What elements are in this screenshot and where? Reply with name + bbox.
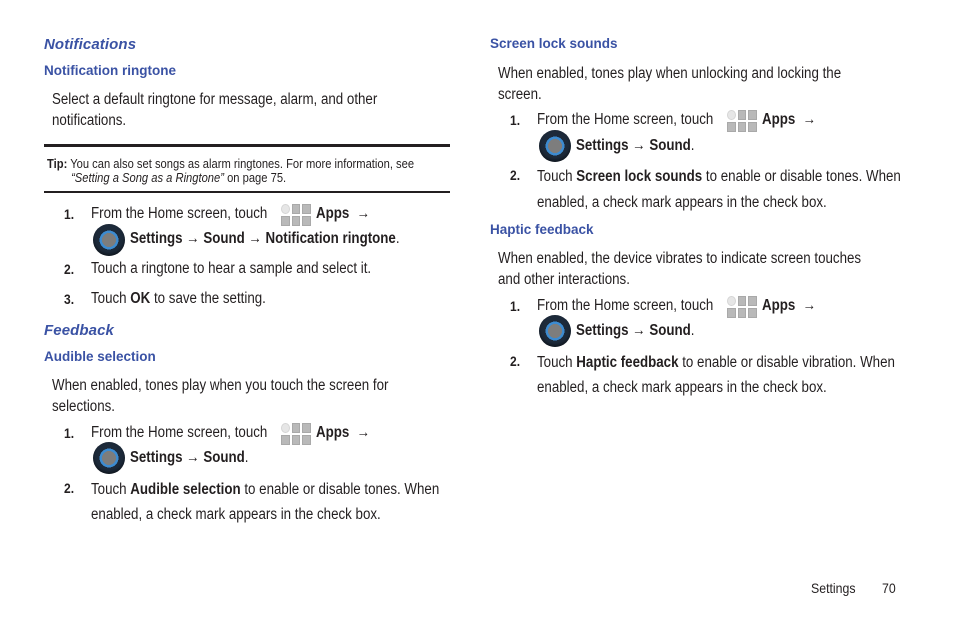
subheading-notification-ringtone: Notification ringtone [44, 63, 176, 78]
audible-selection-description: When enabled, tones play when you touch … [52, 375, 388, 417]
step-text-part: From the Home screen, touch [91, 424, 268, 441]
screen-lock-sounds-label: Screen lock sounds [576, 168, 703, 185]
settings-path: Settings → Sound [576, 137, 691, 154]
punct: . [690, 137, 695, 154]
description-line: Select a default ringtone for message, a… [52, 91, 378, 108]
tip-line: You can also set songs as alarm ringtone… [70, 156, 415, 171]
step-text-part: Touch [537, 354, 577, 371]
step-text-part: enabled, a check mark appears in the che… [91, 506, 381, 523]
subheading-audible-selection: Audible selection [44, 349, 156, 364]
step-text: Touch Audible selection to enable or dis… [91, 477, 439, 527]
step-text: Touch Haptic feedback to enable or disab… [537, 350, 895, 400]
apps-grid-icon [727, 296, 757, 318]
apps-grid-icon [727, 110, 757, 132]
step-text-part: enabled, a check mark appears in the che… [537, 194, 827, 211]
tip-link[interactable]: “Setting a Song as a Ringtone” [71, 170, 224, 185]
settings-dial-icon [539, 315, 571, 347]
apps-label: Apps [316, 424, 350, 441]
step-text-part: Touch [537, 168, 577, 185]
step-number: 2. [510, 167, 521, 183]
punct: . [244, 449, 249, 466]
step-path: Apps → [762, 109, 816, 130]
settings-dial-icon [93, 442, 125, 474]
step-text: From the Home screen, touch [537, 295, 713, 316]
settings-path: Settings → Sound [576, 322, 691, 339]
step-number: 1. [510, 298, 521, 314]
tip-box: Tip: You can also set songs as alarm rin… [44, 144, 450, 193]
step-text-part: to enable or disable vibration. When [678, 354, 895, 371]
step-text-part: enabled, a check mark appears in the che… [537, 379, 827, 396]
step-text-part: Touch [91, 481, 131, 498]
step-path: Settings → Sound. [576, 320, 694, 341]
step-text: From the Home screen, touch [537, 109, 713, 130]
apps-grid-icon [281, 423, 311, 445]
step-text-part: Touch [91, 290, 131, 307]
step-number: 1. [64, 206, 75, 222]
step-number: 2. [64, 261, 75, 277]
step-text-part: to save the setting. [150, 290, 266, 307]
arrow: → [356, 424, 371, 441]
step-text-part: From the Home screen, touch [537, 111, 714, 128]
step-path: Settings → Sound. [130, 447, 248, 468]
punct: . [395, 230, 400, 247]
step-text: Touch a ringtone to hear a sample and se… [91, 260, 372, 277]
step-number: 2. [510, 353, 521, 369]
audible-selection-label: Audible selection [130, 481, 241, 498]
step-path: Apps → [316, 422, 370, 443]
punct: . [690, 322, 695, 339]
screen-lock-description: When enabled, tones play when unlocking … [498, 63, 841, 105]
step-text: Touch Screen lock sounds to enable or di… [537, 164, 901, 216]
description-line: When enabled, tones play when unlocking … [498, 65, 842, 82]
description-line: notifications. [52, 112, 127, 129]
haptic-description: When enabled, the device vibrates to ind… [498, 248, 861, 290]
arrow: → [802, 111, 817, 128]
tip-text: Tip: You can also set songs as alarm rin… [47, 157, 414, 185]
step-path: Apps → [316, 203, 370, 224]
apps-label: Apps [762, 297, 796, 314]
arrow: → [356, 205, 371, 222]
step-text: Touch OK to save the setting. [91, 288, 266, 309]
step-path: Settings → Sound. [576, 135, 694, 156]
subheading-screen-lock-sounds: Screen lock sounds [490, 36, 618, 51]
section-heading-feedback: Feedback [44, 322, 114, 339]
step-path: Apps → [762, 295, 816, 316]
apps-label: Apps [316, 205, 350, 222]
tip-line: on page 75. [223, 170, 287, 185]
notification-ringtone-description: Select a default ringtone for message, a… [52, 89, 377, 131]
tip-label: Tip: [47, 156, 68, 171]
step-text-part: From the Home screen, touch [537, 297, 714, 314]
subheading-haptic-feedback: Haptic feedback [490, 222, 594, 237]
settings-path: Settings → Sound → Notification ringtone [130, 230, 396, 247]
apps-grid-icon [281, 204, 311, 226]
page-number: 70 [882, 580, 896, 596]
arrow: → [802, 297, 817, 314]
step-text-part: From the Home screen, touch [91, 205, 268, 222]
step-text-part: to enable or disable tones. When [240, 481, 440, 498]
step-text: From the Home screen, touch [91, 422, 267, 443]
step-text-part: to enable or disable tones. When [702, 168, 901, 185]
description-line: When enabled, tones play when you touch … [52, 377, 389, 394]
step-number: 1. [64, 425, 75, 441]
settings-dial-icon [539, 130, 571, 162]
description-line: screen. [498, 86, 542, 103]
step-text: From the Home screen, touch [91, 203, 267, 224]
step-path: Settings → Sound → Notification ringtone… [130, 228, 400, 249]
section-heading-notifications: Notifications [44, 36, 137, 53]
step-number: 1. [510, 112, 521, 128]
settings-path: Settings → Sound [130, 449, 245, 466]
description-line: When enabled, the device vibrates to ind… [498, 250, 862, 267]
apps-label: Apps [762, 111, 796, 128]
footer-section-name: Settings [811, 580, 856, 596]
haptic-feedback-label: Haptic feedback [576, 354, 679, 371]
description-line: selections. [52, 398, 115, 415]
ok-label: OK [130, 290, 151, 307]
settings-dial-icon [93, 224, 125, 256]
step-number: 2. [64, 480, 75, 496]
step-number: 3. [64, 291, 75, 307]
description-line: and other interactions. [498, 271, 630, 288]
